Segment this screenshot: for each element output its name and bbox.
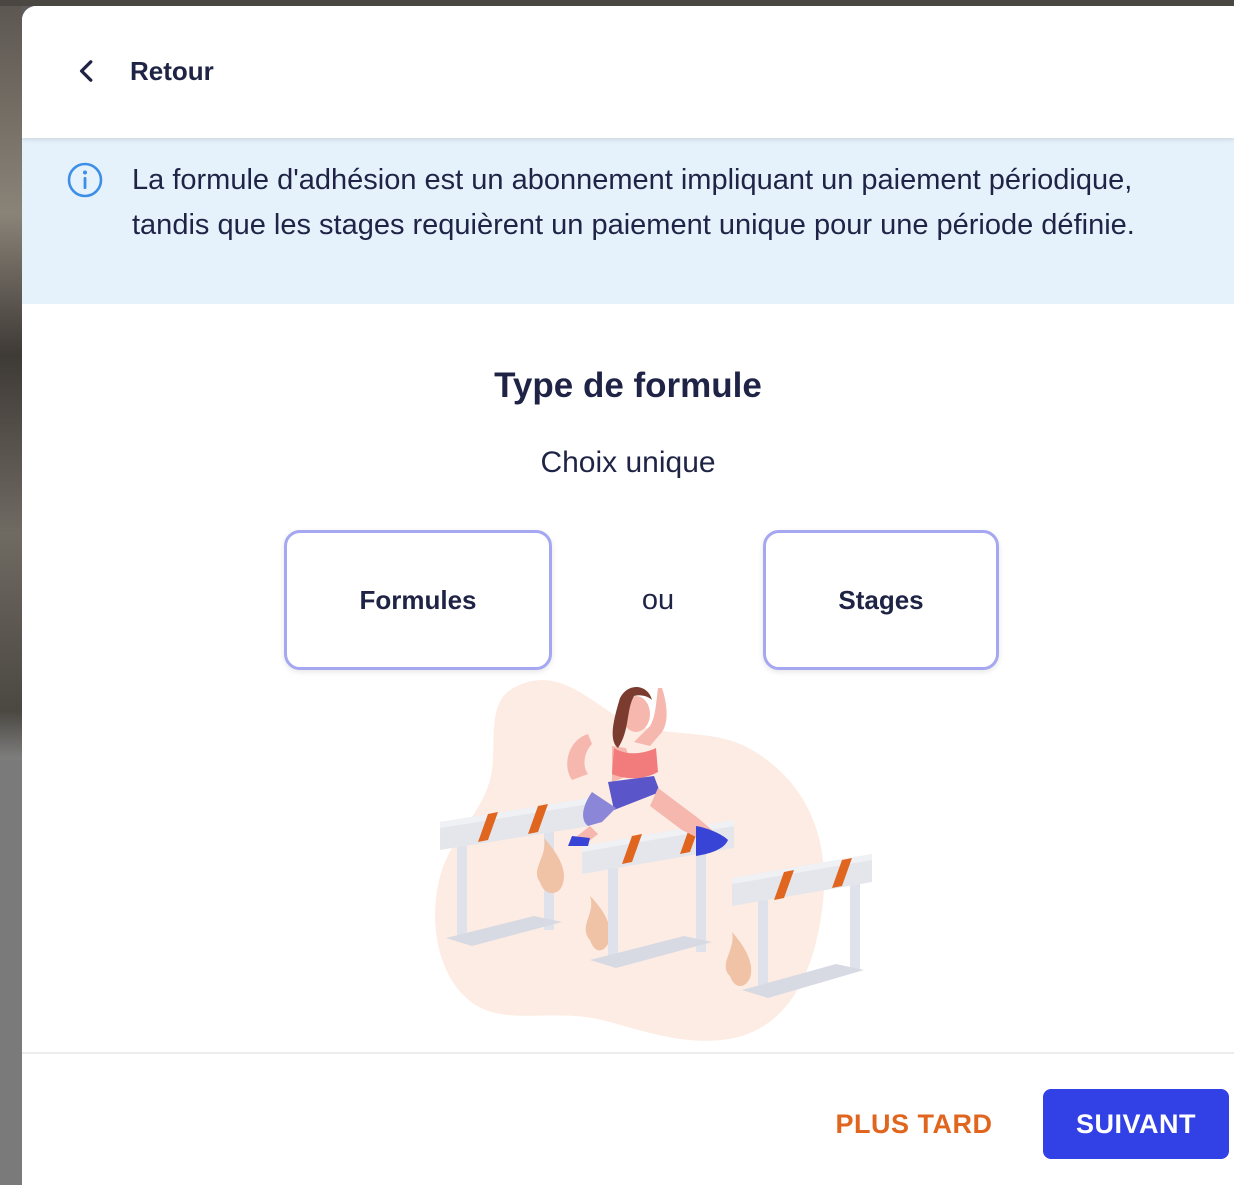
modal-dialog: Retour La formule d'adhésion est un abon…: [22, 6, 1234, 1185]
info-circle-icon: [67, 162, 103, 198]
page-subtitle: Choix unique: [540, 446, 716, 479]
footer-divider: [22, 1052, 1234, 1054]
option-formules-label: Formules: [359, 584, 477, 615]
info-text: La formule d'adhésion est un abonnement …: [132, 164, 1135, 241]
chevron-left-icon: [79, 60, 93, 82]
option-formules[interactable]: Formules: [284, 530, 552, 670]
page-title: Type de formule: [494, 366, 762, 405]
later-button[interactable]: PLUS TARD: [822, 1089, 1006, 1159]
modal-header: Retour: [22, 6, 1234, 138]
hurdle-runner-illustration: [435, 680, 872, 1041]
back-label: Retour: [130, 55, 214, 86]
next-button[interactable]: SUIVANT: [1043, 1089, 1229, 1159]
option-separator: ou: [641, 584, 675, 616]
info-banner: La formule d'adhésion est un abonnement …: [22, 138, 1234, 304]
option-stages-label: Stages: [838, 584, 924, 615]
page-backdrop: [0, 0, 1234, 1185]
option-stages[interactable]: Stages: [763, 530, 999, 670]
back-button[interactable]: Retour: [74, 46, 214, 96]
